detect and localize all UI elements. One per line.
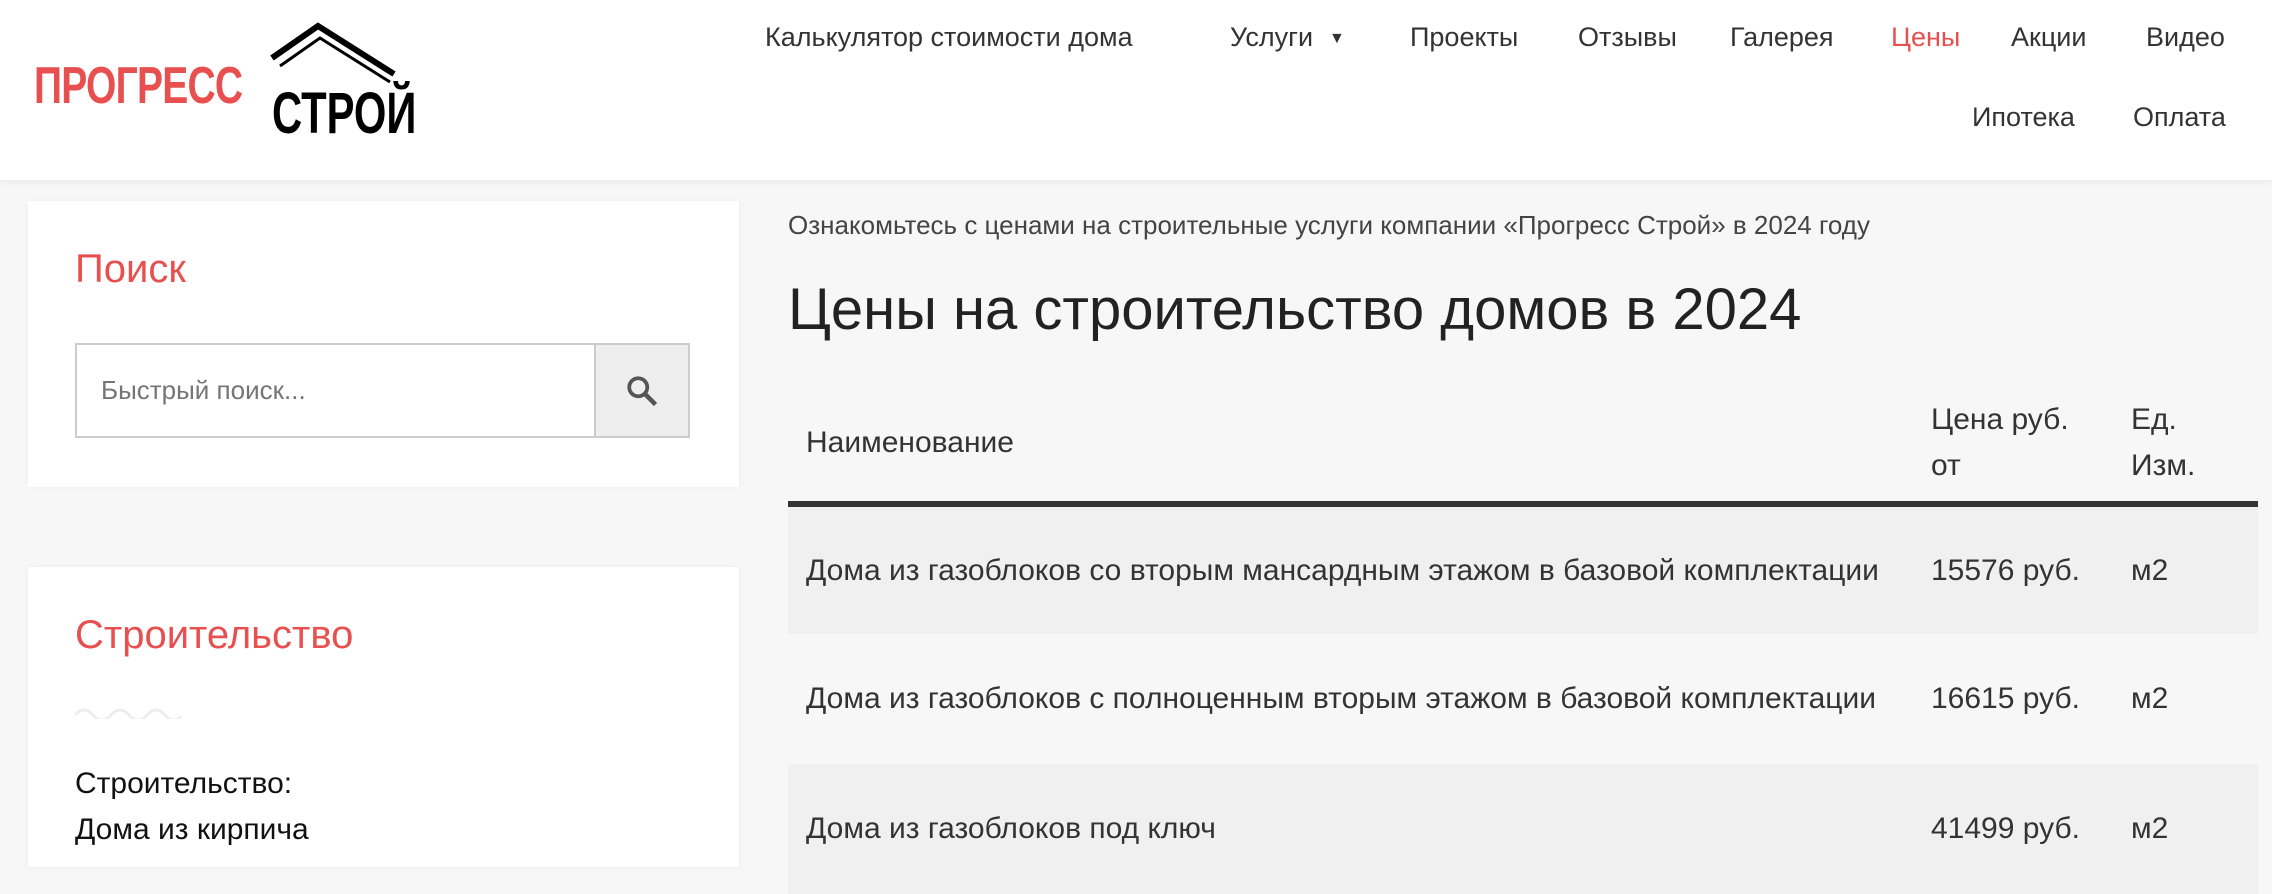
construction-link-brick[interactable]: Дома из кирпича	[75, 813, 309, 847]
nav-video[interactable]: Видео	[2146, 22, 2225, 53]
nav-services[interactable]: Услуги ▼	[1230, 22, 1345, 53]
col-price: Цена руб. от	[1913, 384, 2113, 507]
logo-word-stroy: СТРОЙ	[272, 81, 417, 146]
nav-services-label: Услуги	[1230, 22, 1314, 52]
search-widget: Поиск	[28, 201, 739, 487]
search-icon	[627, 375, 658, 406]
logo[interactable]: ПРОГРЕСС СТРОЙ	[32, 18, 432, 146]
wave-divider	[75, 708, 181, 719]
cell-name: Дома из газоблоков с полноценным вторым …	[806, 682, 1876, 715]
search-input[interactable]	[77, 345, 594, 436]
search-form	[75, 343, 690, 438]
nav-gallery[interactable]: Галерея	[1730, 22, 1834, 53]
search-widget-title: Поиск	[75, 247, 186, 291]
construction-heading: Строительство:	[75, 767, 293, 800]
prices-table: Наименование Цена руб. от Ед. Изм. Дома …	[788, 384, 2258, 894]
construction-widget-title: Строительство	[75, 613, 354, 657]
page-title: Цены на строительство домов в 2024	[788, 277, 1802, 342]
cell-name: Дома из газоблоков со вторым мансардным …	[788, 504, 1913, 634]
nav-reviews[interactable]: Отзывы	[1578, 22, 1677, 53]
caret-down-icon: ▼	[1329, 29, 1345, 47]
col-unit: Ед. Изм.	[2113, 384, 2258, 507]
cell-price: 41499 руб.	[1913, 764, 2113, 894]
table-row: Дома из газоблоков с полноценным вторым …	[788, 634, 2258, 764]
nav-prices[interactable]: Цены	[1891, 22, 1960, 53]
cell-price: 16615 руб.	[1931, 682, 2080, 715]
cell-unit: м2	[2113, 504, 2258, 634]
nav-projects[interactable]: Проекты	[1410, 22, 1518, 53]
cell-unit: м2	[2131, 682, 2169, 715]
intro-text: Ознакомьтесь с ценами на строительные ус…	[788, 210, 1870, 240]
table-row: Дома из газоблоков под ключ 41499 руб. м…	[788, 764, 2258, 894]
logo-word-progress: ПРОГРЕСС	[34, 57, 243, 115]
site-header: ПРОГРЕСС СТРОЙ Калькулятор стоимости дом…	[0, 0, 2272, 180]
search-button[interactable]	[594, 345, 688, 436]
nav-promos[interactable]: Акции	[2011, 22, 2086, 53]
table-row: Дома из газоблоков со вторым мансардным …	[788, 504, 2258, 634]
nav-payment[interactable]: Оплата	[2133, 102, 2226, 133]
cell-name: Дома из газоблоков под ключ	[788, 764, 1913, 894]
cell-price: 15576 руб.	[1913, 504, 2113, 634]
nav-mortgage[interactable]: Ипотека	[1972, 102, 2075, 133]
col-name: Наименование	[788, 384, 1913, 507]
nav-calculator[interactable]: Калькулятор стоимости дома	[765, 22, 1133, 53]
cell-unit: м2	[2113, 764, 2258, 894]
roof-icon	[270, 22, 396, 84]
construction-widget: Строительство Строительство: Дома из кир…	[28, 567, 739, 867]
